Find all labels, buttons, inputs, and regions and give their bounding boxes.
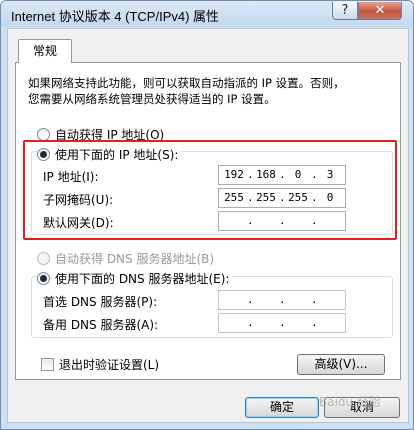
validate-on-exit-label: 退出时验证设置(L) — [59, 358, 160, 372]
ok-button[interactable]: 确定 — [245, 397, 319, 418]
close-button[interactable]: ✕ — [358, 2, 402, 20]
octet-separator: . — [279, 293, 286, 306]
alternate-dns-label: 备用 DNS 服务器(A): — [43, 318, 159, 332]
validate-on-exit-checkbox[interactable]: 退出时验证设置(L) — [41, 356, 159, 373]
radio-icon — [37, 252, 50, 265]
help-button[interactable]: ? — [332, 2, 358, 20]
window-title: Internet 协议版本 4 (TCP/IPv4) 属性 — [11, 9, 220, 24]
auto-dns-label: 自动获得 DNS 服务器地址(B) — [55, 252, 215, 266]
octet-separator: . — [247, 316, 254, 329]
tab-general[interactable]: 常规 — [18, 39, 72, 63]
description-line: 您需要从网络系统管理员处获得适当的 IP 设置。 — [28, 92, 276, 106]
octet-separator: . — [247, 293, 254, 306]
alternate-dns-input[interactable]: . . . — [218, 313, 346, 333]
description-line: 如果网络支持此功能，则可以获取自动指派的 IP 设置。否则， — [28, 76, 345, 90]
advanced-button[interactable]: 高级(V)... — [297, 354, 385, 375]
manual-dns-radio[interactable]: 使用下面的 DNS 服务器地址(E): — [37, 270, 233, 287]
octet-separator: . — [311, 293, 318, 306]
preferred-dns-label: 首选 DNS 服务器(P): — [43, 295, 158, 309]
dialog-window: Internet 协议版本 4 (TCP/IPv4) 属性 ? ✕ 常规 如果网… — [0, 0, 414, 430]
auto-dns-radio[interactable]: 自动获得 DNS 服务器地址(B) — [37, 250, 214, 267]
watermark-text: Baidu 经验 — [319, 395, 381, 409]
annotation-highlight-box — [23, 140, 397, 240]
description-text: 如果网络支持此功能，则可以获取自动指派的 IP 设置。否则， 您需要从网络系统管… — [28, 75, 345, 107]
radio-selected-icon — [37, 272, 50, 285]
checkbox-icon — [41, 358, 54, 371]
preferred-dns-input[interactable]: . . . — [218, 290, 346, 310]
title-bar[interactable]: Internet 协议版本 4 (TCP/IPv4) 属性 ? ✕ — [1, 1, 413, 27]
octet-separator: . — [311, 316, 318, 329]
manual-dns-label: 使用下面的 DNS 服务器地址(E): — [55, 272, 230, 286]
octet-separator: . — [279, 316, 286, 329]
